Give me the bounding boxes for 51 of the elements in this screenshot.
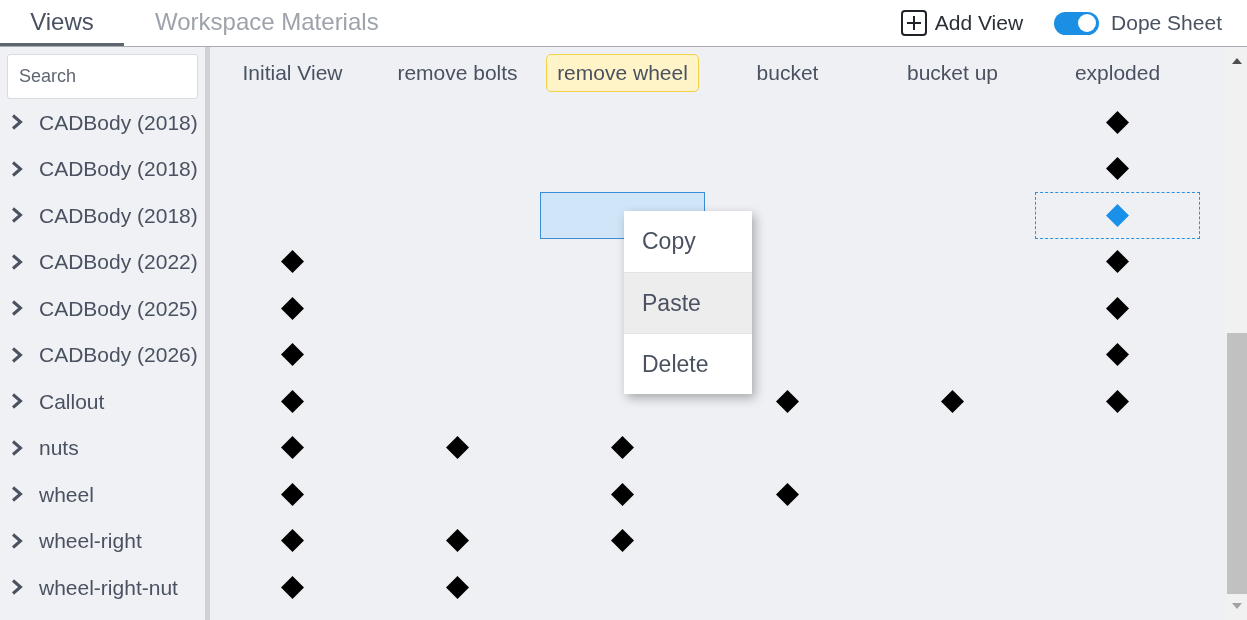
keyframe-icon[interactable]	[1106, 110, 1129, 134]
keyframe-icon[interactable]	[1106, 296, 1129, 320]
scroll-up-arrow-icon[interactable]	[1231, 58, 1242, 64]
tree-item[interactable]: CADBody (2026)	[0, 331, 205, 378]
keyframe-icon[interactable]	[1106, 250, 1129, 274]
dope-sheet-label: Dope Sheet	[1111, 10, 1222, 37]
view-column-header[interactable]: Initial View	[231, 54, 354, 92]
tree-item[interactable]: CADBody (2018)	[0, 192, 205, 239]
keyframe-icon[interactable]	[446, 436, 469, 460]
tree-item[interactable]: CADBody (2018)	[0, 145, 205, 192]
view-column-header[interactable]: bucket up	[895, 54, 1010, 92]
keyframe-icon[interactable]	[281, 575, 304, 599]
keyframe-icon[interactable]	[776, 389, 799, 413]
menu-item[interactable]: Delete	[624, 333, 752, 394]
keyframe-icon[interactable]	[446, 529, 469, 553]
view-column-header[interactable]: remove bolts	[386, 54, 529, 92]
keyframe-icon[interactable]	[776, 482, 799, 506]
keyframe-icon[interactable]	[281, 436, 304, 460]
keyframe-icon[interactable]	[281, 389, 304, 413]
tree-item[interactable]: CADBody (2018)	[0, 99, 205, 146]
keyframe-icon[interactable]	[611, 529, 634, 553]
scrollbar-thumb[interactable]	[1227, 333, 1247, 594]
keyframe-icon[interactable]	[281, 529, 304, 553]
tree-item[interactable]: nuts	[0, 424, 205, 471]
keyframe-icon[interactable]	[1106, 157, 1129, 181]
keyframe-icon[interactable]	[281, 296, 304, 320]
copied-cell[interactable]	[1035, 192, 1200, 239]
tree-item[interactable]: CADBody (2022)	[0, 238, 205, 285]
plus-square-icon	[900, 10, 927, 36]
add-view-button[interactable]: Add View	[900, 0, 1024, 46]
tree-item[interactable]: wheel	[0, 471, 205, 518]
search-field[interactable]: Search	[7, 54, 198, 99]
dope-sheet-toggle[interactable]	[1054, 11, 1100, 35]
tree-item[interactable]: CADBody (2025)	[0, 285, 205, 332]
tree-item[interactable]: Callout	[0, 378, 205, 425]
menu-item[interactable]: Copy	[624, 211, 752, 272]
menu-item[interactable]: Paste	[624, 272, 752, 333]
view-column-header[interactable]: bucket	[745, 54, 830, 92]
tree-item[interactable]: wheel-right-nut	[0, 564, 205, 611]
tree-item[interactable]: wheel-right	[0, 517, 205, 564]
keyframe-icon[interactable]	[941, 389, 964, 413]
keyframe-icon[interactable]	[446, 575, 469, 599]
keyframe-icon[interactable]	[611, 482, 634, 506]
keyframe-icon[interactable]	[281, 482, 304, 506]
keyframe-icon[interactable]	[1106, 343, 1129, 367]
view-column-header[interactable]: exploded	[1063, 54, 1172, 92]
keyframe-icon[interactable]	[611, 436, 634, 460]
keyframe-icon[interactable]	[1106, 389, 1129, 413]
view-column-header[interactable]: remove wheel	[546, 54, 699, 92]
keyframe-icon[interactable]	[281, 343, 304, 367]
keyframe-icon[interactable]	[281, 250, 304, 274]
